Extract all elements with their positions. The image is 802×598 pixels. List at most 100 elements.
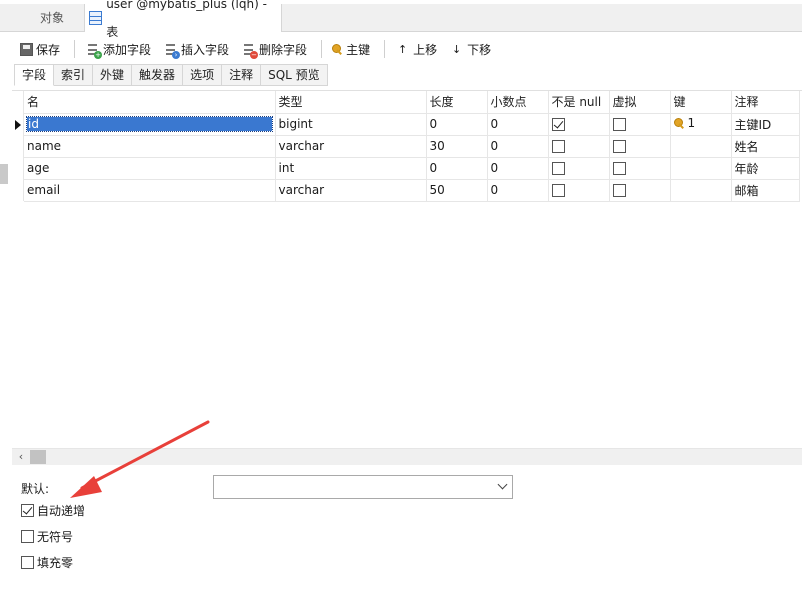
virtual-checkbox[interactable] xyxy=(612,118,626,131)
arrow-down-icon: ↓ xyxy=(451,42,462,56)
fields-grid: 名 类型 长度 小数点 不是 null 虚拟 键 注释 id bigint 0 … xyxy=(12,90,802,448)
field-type-cell[interactable]: varchar xyxy=(275,135,427,158)
unsigned-option[interactable]: 无符号 xyxy=(21,528,73,545)
column-header-length[interactable]: 长度 xyxy=(426,91,488,114)
insert-field-icon: › xyxy=(163,42,181,59)
insert-field-label: 插入字段 xyxy=(181,42,230,57)
field-decimals-cell[interactable]: 0 xyxy=(487,157,549,180)
tab-foreign-keys[interactable]: 外键 xyxy=(93,64,133,86)
column-header-decimals[interactable]: 小数点 xyxy=(487,91,549,114)
field-type-cell[interactable]: bigint xyxy=(275,113,427,136)
field-comment-cell[interactable]: 年龄 xyxy=(731,157,800,180)
not-null-cell[interactable] xyxy=(548,135,610,158)
annotation-arrow xyxy=(70,420,210,498)
toolbar-separator xyxy=(74,40,76,58)
field-name-value: id xyxy=(26,116,273,132)
field-length-cell[interactable]: 30 xyxy=(426,135,488,158)
scrollbar-thumb[interactable] xyxy=(30,450,46,464)
column-header-comment[interactable]: 注释 xyxy=(731,91,800,114)
field-name-cell[interactable]: id xyxy=(24,113,276,136)
field-comment-cell[interactable]: 主键ID xyxy=(731,113,800,136)
field-comment-cell[interactable]: 姓名 xyxy=(731,135,800,158)
virtual-checkbox[interactable] xyxy=(612,184,626,197)
splitter-handle[interactable] xyxy=(0,164,8,184)
arrow-up-icon: ↑ xyxy=(397,42,408,56)
unsigned-checkbox[interactable] xyxy=(21,530,34,543)
not-null-cell[interactable] xyxy=(548,179,610,202)
not-null-cell[interactable] xyxy=(548,157,610,180)
virtual-checkbox[interactable] xyxy=(612,162,626,175)
column-header-key[interactable]: 键 xyxy=(670,91,732,114)
delete-field-label: 删除字段 xyxy=(259,42,308,57)
field-name-cell[interactable]: email xyxy=(24,179,276,202)
zerofill-checkbox[interactable] xyxy=(21,556,34,569)
table-icon xyxy=(89,11,103,25)
key-cell[interactable]: 1 xyxy=(670,113,732,136)
column-header-name[interactable]: 名 xyxy=(24,91,276,114)
field-name-cell[interactable]: age xyxy=(24,157,276,180)
not-null-checkbox[interactable] xyxy=(551,162,565,175)
field-name-cell[interactable]: name xyxy=(24,135,276,158)
virtual-cell[interactable] xyxy=(609,179,671,202)
table-row[interactable]: id bigint 0 0 1 主键ID xyxy=(24,113,800,136)
default-value-combobox[interactable] xyxy=(213,475,513,499)
virtual-checkbox[interactable] xyxy=(612,140,626,153)
save-icon xyxy=(20,42,33,56)
column-header-virtual[interactable]: 虚拟 xyxy=(609,91,671,114)
add-field-button[interactable]: + 添加字段 xyxy=(81,37,155,61)
save-button[interactable]: 保存 xyxy=(16,37,64,61)
primary-key-button[interactable]: 主键 xyxy=(328,37,374,61)
unsigned-label: 无符号 xyxy=(37,530,74,544)
row-indicator-column xyxy=(12,91,24,201)
zerofill-option[interactable]: 填充零 xyxy=(21,554,73,571)
field-type-cell[interactable]: int xyxy=(275,157,427,180)
field-type-cell[interactable]: varchar xyxy=(275,179,427,202)
virtual-cell[interactable] xyxy=(609,113,671,136)
key-cell[interactable] xyxy=(670,157,732,180)
field-length-cell[interactable]: 0 xyxy=(426,157,488,180)
table-header-row: 名 类型 长度 小数点 不是 null 虚拟 键 注释 xyxy=(24,91,800,114)
default-label: 默认: xyxy=(21,482,50,496)
not-null-checkbox[interactable] xyxy=(551,118,565,131)
not-null-checkbox[interactable] xyxy=(551,140,565,153)
key-cell[interactable] xyxy=(670,179,732,202)
virtual-cell[interactable] xyxy=(609,135,671,158)
tab-comment[interactable]: 注释 xyxy=(222,64,262,86)
delete-field-button[interactable]: − 删除字段 xyxy=(237,37,311,61)
field-length-cell[interactable]: 0 xyxy=(426,113,488,136)
key-cell[interactable] xyxy=(670,135,732,158)
object-tab-bar: 对象 user @mybatis_plus (lqh) - 表 xyxy=(0,0,802,39)
key-icon xyxy=(332,43,343,55)
auto-increment-checkbox[interactable] xyxy=(21,504,34,517)
virtual-cell[interactable] xyxy=(609,157,671,180)
field-decimals-cell[interactable]: 0 xyxy=(487,135,549,158)
tab-sql-preview[interactable]: SQL 预览 xyxy=(261,64,328,86)
tab-fields[interactable]: 字段 xyxy=(14,64,55,86)
field-decimals-cell[interactable]: 0 xyxy=(487,113,549,136)
key-order: 1 xyxy=(687,116,696,131)
table-row[interactable]: name varchar 30 0 姓名 xyxy=(24,135,800,158)
insert-field-button[interactable]: › 插入字段 xyxy=(159,37,233,61)
tab-objects[interactable]: 对象 xyxy=(20,4,84,32)
chevron-down-icon[interactable] xyxy=(497,479,508,490)
current-row-indicator-icon xyxy=(15,120,21,130)
table-row[interactable]: email varchar 50 0 邮箱 xyxy=(24,179,800,202)
move-up-button[interactable]: ↑ 上移 xyxy=(391,37,441,61)
design-toolbar: 保存 + 添加字段 › 插入字段 − 删除字段 主键 ↑ 上移 ↓ 下移 xyxy=(0,34,802,64)
scroll-left-icon[interactable]: ‹ xyxy=(14,449,28,465)
table-row[interactable]: age int 0 0 年龄 xyxy=(24,157,800,180)
column-header-type[interactable]: 类型 xyxy=(275,91,427,114)
column-header-not-null[interactable]: 不是 null xyxy=(548,91,610,114)
field-decimals-cell[interactable]: 0 xyxy=(487,179,549,202)
not-null-checkbox[interactable] xyxy=(551,184,565,197)
tab-options[interactable]: 选项 xyxy=(183,64,223,86)
tab-indexes[interactable]: 索引 xyxy=(54,64,94,86)
not-null-cell[interactable] xyxy=(548,113,610,136)
tab-triggers[interactable]: 触发器 xyxy=(132,64,184,86)
field-comment-cell[interactable]: 邮箱 xyxy=(731,179,800,202)
move-down-button[interactable]: ↓ 下移 xyxy=(445,37,495,61)
tab-table-design[interactable]: user @mybatis_plus (lqh) - 表 xyxy=(84,0,282,39)
delete-field-icon: − xyxy=(241,42,259,59)
toolbar-separator xyxy=(321,40,323,58)
field-length-cell[interactable]: 50 xyxy=(426,179,488,202)
